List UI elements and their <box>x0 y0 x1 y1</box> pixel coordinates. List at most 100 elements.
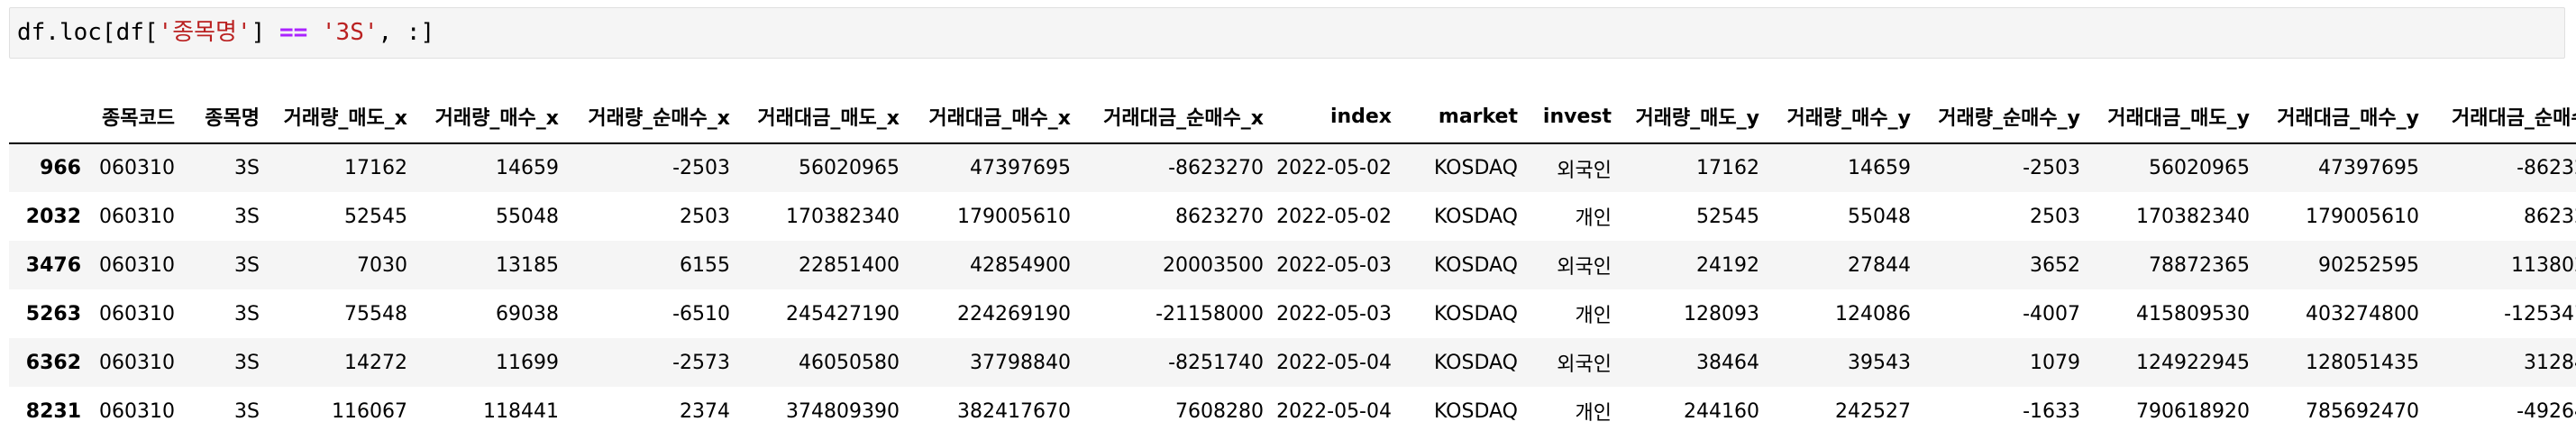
table-cell: 외국인 <box>1557 159 1612 182</box>
table-cell: 2503 <box>2030 205 2080 228</box>
table-cell: 170382340 <box>2136 205 2250 228</box>
table-cell: 790618920 <box>2136 399 2250 423</box>
table-row: 5263 060310 3S 75548 69038 -6510 245427190 2242… <box>9 289 2576 338</box>
column-header: index <box>1273 90 1401 144</box>
table-cell: KOSDAQ <box>1433 399 1518 423</box>
row-index-cell: 3476 <box>25 253 81 277</box>
column-header: 거래대금_매수_y <box>2259 90 2428 144</box>
table-cell: 3S <box>234 399 260 423</box>
column-header: invest <box>1527 90 1621 144</box>
table-cell: 3S <box>234 253 260 277</box>
table-row: 6362 060310 3S 14272 11699 -2573 46050580 37798… <box>9 338 2576 387</box>
table-cell: 11699 <box>496 351 559 374</box>
column-header: 거래량_매수_y <box>1768 90 1920 144</box>
table-cell: KOSDAQ <box>1433 253 1518 277</box>
table-cell: 14659 <box>1848 157 1911 179</box>
table-cell: 060310 <box>99 157 175 179</box>
table-cell: 8623270 <box>2524 205 2576 228</box>
table-cell: 56020965 <box>799 157 900 179</box>
table-cell: -8623270 <box>2517 157 2576 179</box>
table-cell: -4007 <box>2023 302 2080 325</box>
table-cell: 46050580 <box>799 351 900 374</box>
table-header-row: 종목코드 종목명 거래량_매도_x 거래량_매수_x 거래량_순매수_x 거래대금_매도_… <box>9 90 2576 144</box>
code-operator-token: == <box>279 19 308 46</box>
table-cell: 179005610 <box>957 205 1071 228</box>
column-header: 거래대금_매수_x <box>909 90 1080 144</box>
table-row: 966 060310 3S 17162 14659 -2503 56020965 473976… <box>9 143 2576 192</box>
table-cell: 7608280 <box>1175 399 1264 423</box>
index-column-header <box>9 90 90 144</box>
table-cell: 242527 <box>1835 399 1911 423</box>
table-cell: 170382340 <box>786 205 900 228</box>
table-cell: 2503 <box>680 205 730 228</box>
table-cell: 42854900 <box>970 253 1071 277</box>
table-cell: 69038 <box>496 302 559 325</box>
table-cell: 개인 <box>1575 207 1612 230</box>
table-cell: -2573 <box>672 351 730 374</box>
table-cell: 38464 <box>1696 351 1759 374</box>
column-header: 거래대금_순매수_y <box>2428 90 2576 144</box>
table-cell: 22851400 <box>799 253 900 277</box>
table-cell: 2022-05-04 <box>1276 351 1392 374</box>
table-cell: 37798840 <box>970 351 1071 374</box>
row-index-cell: 6362 <box>25 351 81 374</box>
row-index-cell: 966 <box>40 157 81 179</box>
code-cell-input[interactable]: df.loc[df['종목명'] == '3S', :] <box>9 7 2565 59</box>
table-cell: 11380230 <box>2511 253 2576 277</box>
table-cell: KOSDAQ <box>1433 205 1518 228</box>
table-cell: -4926450 <box>2517 399 2576 423</box>
column-header: 거래대금_매도_x <box>739 90 909 144</box>
column-header: 거래대금_순매수_x <box>1080 90 1273 144</box>
table-cell: 245427190 <box>786 302 900 325</box>
column-header: 종목명 <box>184 90 269 144</box>
table-cell: 179005610 <box>2306 205 2419 228</box>
column-header: market <box>1401 90 1527 144</box>
table-cell: 52545 <box>1696 205 1759 228</box>
table-cell: 128093 <box>1684 302 1759 325</box>
table-cell: 382417670 <box>957 399 1071 423</box>
code-token: ] <box>251 19 279 46</box>
table-cell: 785692470 <box>2306 399 2419 423</box>
table-cell: 1079 <box>2030 351 2080 374</box>
table-cell: 3S <box>234 205 260 228</box>
table-cell: 78872365 <box>2149 253 2250 277</box>
dataframe-output: 종목코드 종목명 거래량_매도_x 거래량_매수_x 거래량_순매수_x 거래대금_매도_… <box>9 90 2576 435</box>
table-cell: -21158000 <box>1156 302 1264 325</box>
table-cell: 47397695 <box>2318 157 2419 179</box>
table-cell: 6155 <box>680 253 730 277</box>
table-cell: 2022-05-03 <box>1276 253 1392 277</box>
code-text[interactable]: df.loc[df['종목명'] == '3S', :] <box>17 18 434 47</box>
table-cell: 403274800 <box>2306 302 2419 325</box>
code-token: df.loc[df[ <box>17 19 159 46</box>
table-cell: -8623270 <box>1168 157 1264 179</box>
table-row: 8231 060310 3S 116067 118441 2374 374809390 382… <box>9 387 2576 435</box>
table-cell: 374809390 <box>786 399 900 423</box>
table-cell: 3S <box>234 351 260 374</box>
table-cell: 13185 <box>496 253 559 277</box>
table-cell: 90252595 <box>2318 253 2419 277</box>
table-cell: 060310 <box>99 399 175 423</box>
table-cell: 3S <box>234 157 260 179</box>
table-cell: 24192 <box>1696 253 1759 277</box>
table-cell: KOSDAQ <box>1433 302 1518 325</box>
table-cell: 060310 <box>99 205 175 228</box>
table-cell: 2374 <box>680 399 730 423</box>
row-index-cell: 2032 <box>25 205 81 228</box>
table-row: 2032 060310 3S 52545 55048 2503 170382340 17900… <box>9 192 2576 241</box>
code-string-token: '3S' <box>321 19 379 46</box>
table-cell: 128051435 <box>2306 351 2419 374</box>
table-cell: 118441 <box>483 399 559 423</box>
table-cell: -8251740 <box>1168 351 1264 374</box>
table-cell: 3128490 <box>2524 351 2576 374</box>
table-cell: 20003500 <box>1163 253 1264 277</box>
table-cell: 외국인 <box>1557 353 1612 376</box>
table-cell: 224269190 <box>957 302 1071 325</box>
table-cell: 27844 <box>1848 253 1911 277</box>
table-cell: 개인 <box>1575 305 1612 327</box>
table-cell: 7030 <box>357 253 407 277</box>
code-string-token: '종목명' <box>158 19 251 46</box>
dataframe-table: 종목코드 종목명 거래량_매도_x 거래량_매수_x 거래량_순매수_x 거래대금_매도_… <box>9 90 2576 435</box>
table-cell: -2503 <box>2023 157 2080 179</box>
table-cell: 47397695 <box>970 157 1071 179</box>
